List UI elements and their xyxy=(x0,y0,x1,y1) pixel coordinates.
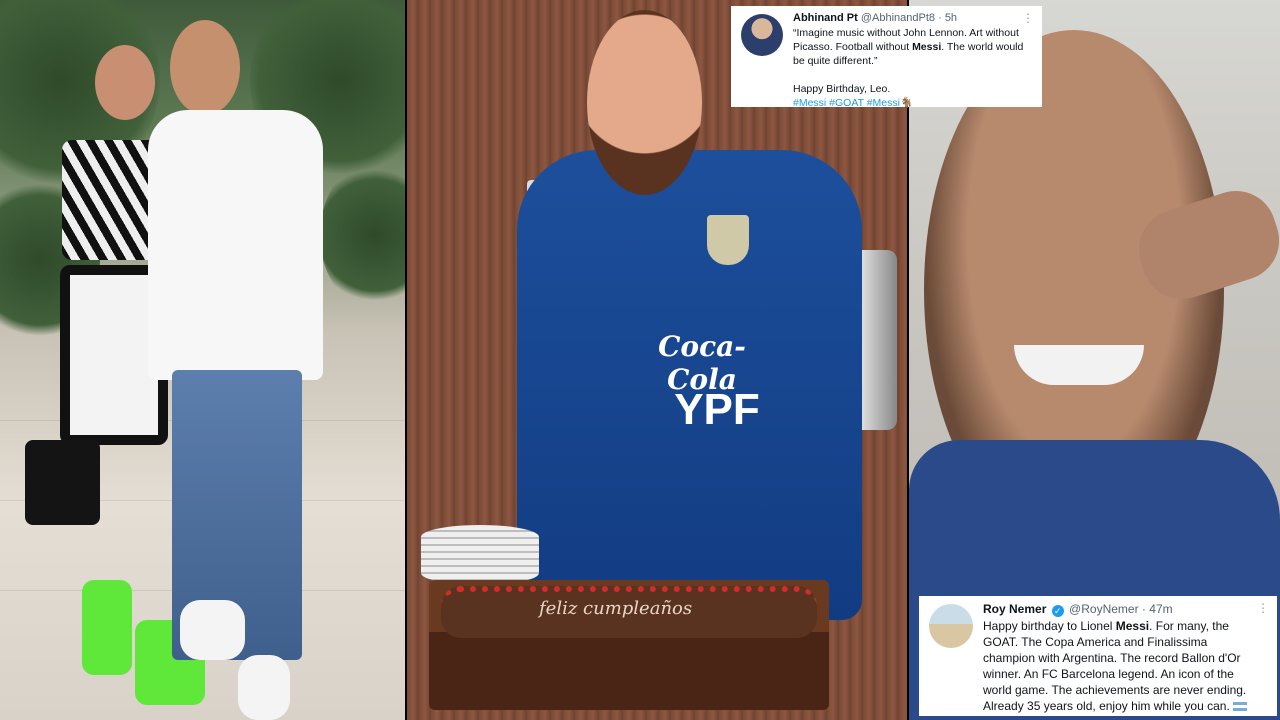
tweet-text: Already 35 years old, enjoy him while yo… xyxy=(983,699,1230,713)
tweet-bold-text: Messi xyxy=(912,41,942,53)
tweet-author-name[interactable]: Roy Nemer xyxy=(983,602,1046,616)
tweet-text: . For many, the xyxy=(1149,619,1229,633)
avatar[interactable] xyxy=(741,14,783,56)
more-dots-icon[interactable]: ⋮ xyxy=(1257,601,1269,615)
man-face xyxy=(170,20,240,115)
sneaker xyxy=(238,655,290,720)
cake-text: feliz cumpleaños xyxy=(539,598,693,619)
tweet-body: “Imagine music without John Lennon. Art … xyxy=(793,26,1034,110)
tweet-text: Picasso. Football without xyxy=(793,41,913,53)
white-tshirt xyxy=(148,110,323,380)
tweet-handle[interactable]: @AbhinandPt8 xyxy=(861,12,935,24)
tweet-line: “Imagine music without John Lennon. Art … xyxy=(793,27,1019,39)
tweet-author-name[interactable]: Abhinand Pt xyxy=(793,12,858,24)
tweet-time[interactable]: 5h xyxy=(945,12,957,24)
player-face xyxy=(587,10,702,195)
tweet-line: Already 35 years old, enjoy him while yo… xyxy=(983,698,1269,714)
sneaker xyxy=(180,600,245,660)
plant-foliage xyxy=(320,160,405,310)
tweet-line: Happy birthday to Lionel Messi. For many… xyxy=(983,618,1269,634)
avatar[interactable] xyxy=(929,604,973,648)
tweet-time[interactable]: 47m xyxy=(1149,602,1172,616)
smile xyxy=(1014,345,1144,385)
tweet-header: Roy Nemer ✓ @RoyNemer · 47m xyxy=(983,602,1173,617)
woman-face xyxy=(95,45,155,120)
tweet-line: be quite different.” xyxy=(793,55,878,67)
green-heel xyxy=(82,580,132,675)
tweet-bold-text: Messi xyxy=(1115,619,1150,633)
tweet-line: Happy Birthday, Leo. xyxy=(793,83,891,95)
argentina-flag-icon xyxy=(1233,702,1248,711)
more-dots-icon[interactable]: ⋮ xyxy=(1022,11,1034,25)
tweet-line: GOAT. The Copa America and Finalissima xyxy=(983,635,1208,649)
jersey-sponsor-2: YPF xyxy=(674,385,760,434)
tweet-card[interactable]: Abhinand Pt @AbhinandPt8 · 5h ⋮ “Imagine… xyxy=(731,6,1042,110)
afa-crest-icon xyxy=(707,215,749,265)
tweet-text: . The world would xyxy=(941,41,1024,53)
tweet-line: world game. The achievements are never e… xyxy=(983,683,1247,697)
tweet-line: winner. An FC Barcelona legend. An icon … xyxy=(983,667,1234,681)
birthday-cake: feliz cumpleaños xyxy=(429,580,829,710)
tweet-card[interactable]: Roy Nemer ✓ @RoyNemer · 47m ⋮ Happy birt… xyxy=(919,596,1277,716)
tweet-line: Picasso. Football without Messi. The wor… xyxy=(793,40,1034,54)
hashtags-link[interactable]: #Messi #GOAT #Messi🐐 xyxy=(793,96,1034,110)
tweet-handle[interactable]: @RoyNemer xyxy=(1069,602,1139,616)
verified-badge-icon: ✓ xyxy=(1051,605,1064,617)
handbag xyxy=(25,440,100,525)
tweet-header: Abhinand Pt @AbhinandPt8 · 5h xyxy=(793,12,958,24)
left-photo-panel xyxy=(0,0,405,720)
tweet-body: Happy birthday to Lionel Messi. For many… xyxy=(983,618,1269,714)
plate-stack xyxy=(421,525,539,585)
tweet-line: champion with Argentina. The record Ball… xyxy=(983,651,1241,665)
tweet-text: Happy birthday to Lionel xyxy=(983,619,1116,633)
